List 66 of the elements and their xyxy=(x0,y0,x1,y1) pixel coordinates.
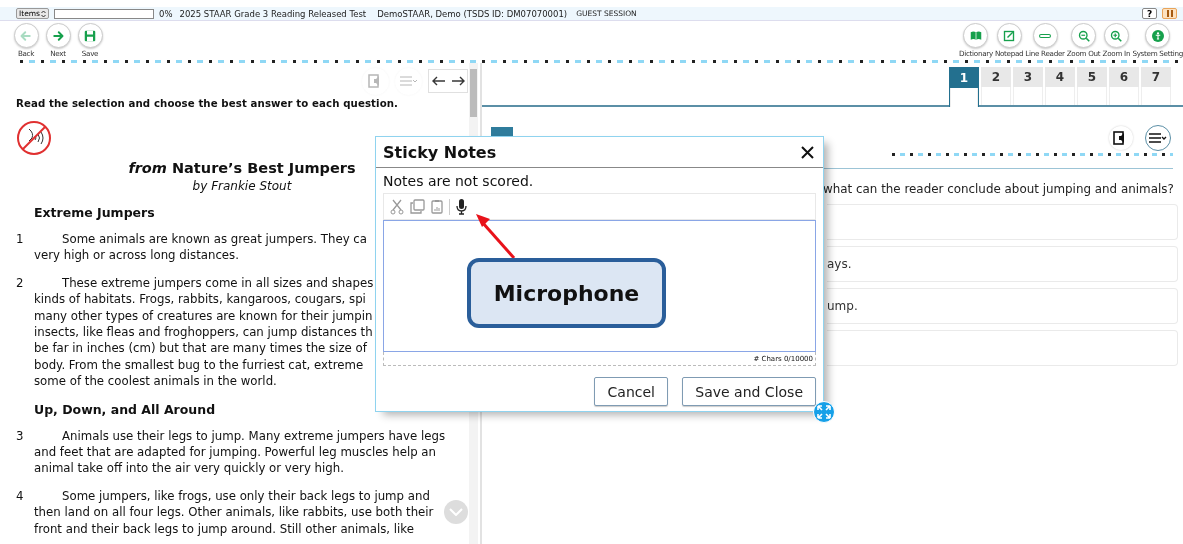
paragraph-line: kinds of habitats. Frogs, rabbits, kangaroos, cougars, spi xyxy=(34,292,366,307)
dialog-title: Sticky Notes xyxy=(383,142,497,162)
paste-button[interactable] xyxy=(431,199,443,214)
paragraph-line: These extreme jumpers come in all sizes and shapes xyxy=(62,275,374,290)
paragraph-line: some of the coolest animals in the world. xyxy=(34,374,277,389)
paragraph-number: 2 xyxy=(16,274,25,292)
paragraph-line: animal take off into the air very quickly or very high. xyxy=(34,461,344,476)
chevron-down-icon xyxy=(449,508,463,516)
paragraph-line: very high or across long distances. xyxy=(34,248,239,263)
answer-text: ump. xyxy=(827,299,858,313)
menu-icon xyxy=(399,76,418,86)
save-button[interactable]: Save and Close xyxy=(682,377,816,406)
close-icon xyxy=(800,145,814,159)
pointer-arrow xyxy=(474,212,518,259)
microphone-icon xyxy=(456,198,467,215)
question-tab[interactable]: 1 xyxy=(949,67,979,107)
paragraph-line: be far in inches (cm) but that are many times the size of xyxy=(34,341,367,356)
paragraph-line: Some animals are known as great jumpers. They ca xyxy=(62,232,368,246)
callout-label: Microphone xyxy=(467,258,666,328)
close-button[interactable] xyxy=(799,144,815,160)
expand-arrows-icon xyxy=(817,405,831,419)
paragraph-number: 4 xyxy=(16,487,25,505)
help-button[interactable]: ? xyxy=(1142,8,1157,19)
instruction-text: Read the selection and choose the best answer to each question. xyxy=(16,98,400,109)
cancel-button[interactable]: Cancel xyxy=(594,377,669,406)
copy-button[interactable] xyxy=(410,199,425,214)
scissors-icon xyxy=(390,198,404,215)
updown-icon xyxy=(41,9,46,18)
menu-button[interactable] xyxy=(1145,125,1171,151)
resize-button[interactable] xyxy=(813,401,835,423)
answer-text: ays. xyxy=(827,257,852,271)
passage-byline: by Frankie Stout xyxy=(192,179,292,193)
answer-option[interactable]: ump. xyxy=(827,288,1178,324)
scrollbar-thumb[interactable] xyxy=(470,69,477,117)
copy-icon xyxy=(410,199,425,214)
paragraph-number: 1 xyxy=(16,231,25,248)
menu-icon xyxy=(1149,133,1167,143)
paragraph-line: body. From the smallest bug to the furriest cat, extreme xyxy=(34,357,364,372)
section-heading: Up, Down, and All Around xyxy=(34,401,216,417)
arrow-left-icon xyxy=(431,76,446,86)
notes-field[interactable] xyxy=(383,220,816,352)
pause-button[interactable] xyxy=(1162,8,1177,19)
paragraph-line: front and their back legs to jump around. Still other animals, like xyxy=(34,521,414,536)
paragraph-number: 3 xyxy=(16,427,25,445)
passage-title: from Nature’s Best Jumpers xyxy=(128,160,356,176)
cut-button[interactable] xyxy=(390,198,404,215)
paragraph-line: many other types of creatures are known for their jumpin xyxy=(34,308,373,323)
question-text: what can the reader conclude about jumping and animals? xyxy=(822,182,1175,196)
bar-icon xyxy=(1038,33,1053,38)
paragraph-line: then land on all four legs. Other animals, like rabbits, use both their xyxy=(34,505,434,520)
test-title: 2025 STAAR Grade 3 Reading Released Test xyxy=(179,8,367,19)
section-heading: Extreme Jumpers xyxy=(34,205,155,220)
paragraph-line: insects, like fleas and froghoppers, can jump distances th xyxy=(34,325,373,340)
clipboard-icon xyxy=(431,199,443,214)
progress-percent: 0% xyxy=(159,8,173,19)
paragraph-line: Some jumpers, like frogs, use only their back legs to jump and xyxy=(62,488,430,503)
no-audio-icon xyxy=(16,120,52,156)
arrow-right-icon xyxy=(450,76,465,86)
paragraph-line: Animals use their legs to jump. Many extreme jumpers have legs xyxy=(62,428,446,443)
answer-option[interactable]: ays. xyxy=(827,246,1178,282)
student-name: DemoSTAAR, Demo (TSDS ID: DM07070001) xyxy=(377,8,568,19)
notes-notice: Notes are not scored. xyxy=(383,173,535,189)
text-to-speech-button[interactable] xyxy=(1109,126,1133,150)
paragraph-line: and feet that are adapted for jumping. Powerful leg muscles help an xyxy=(34,445,436,460)
pause-icon xyxy=(1166,10,1173,17)
microphone-button[interactable] xyxy=(456,198,467,215)
